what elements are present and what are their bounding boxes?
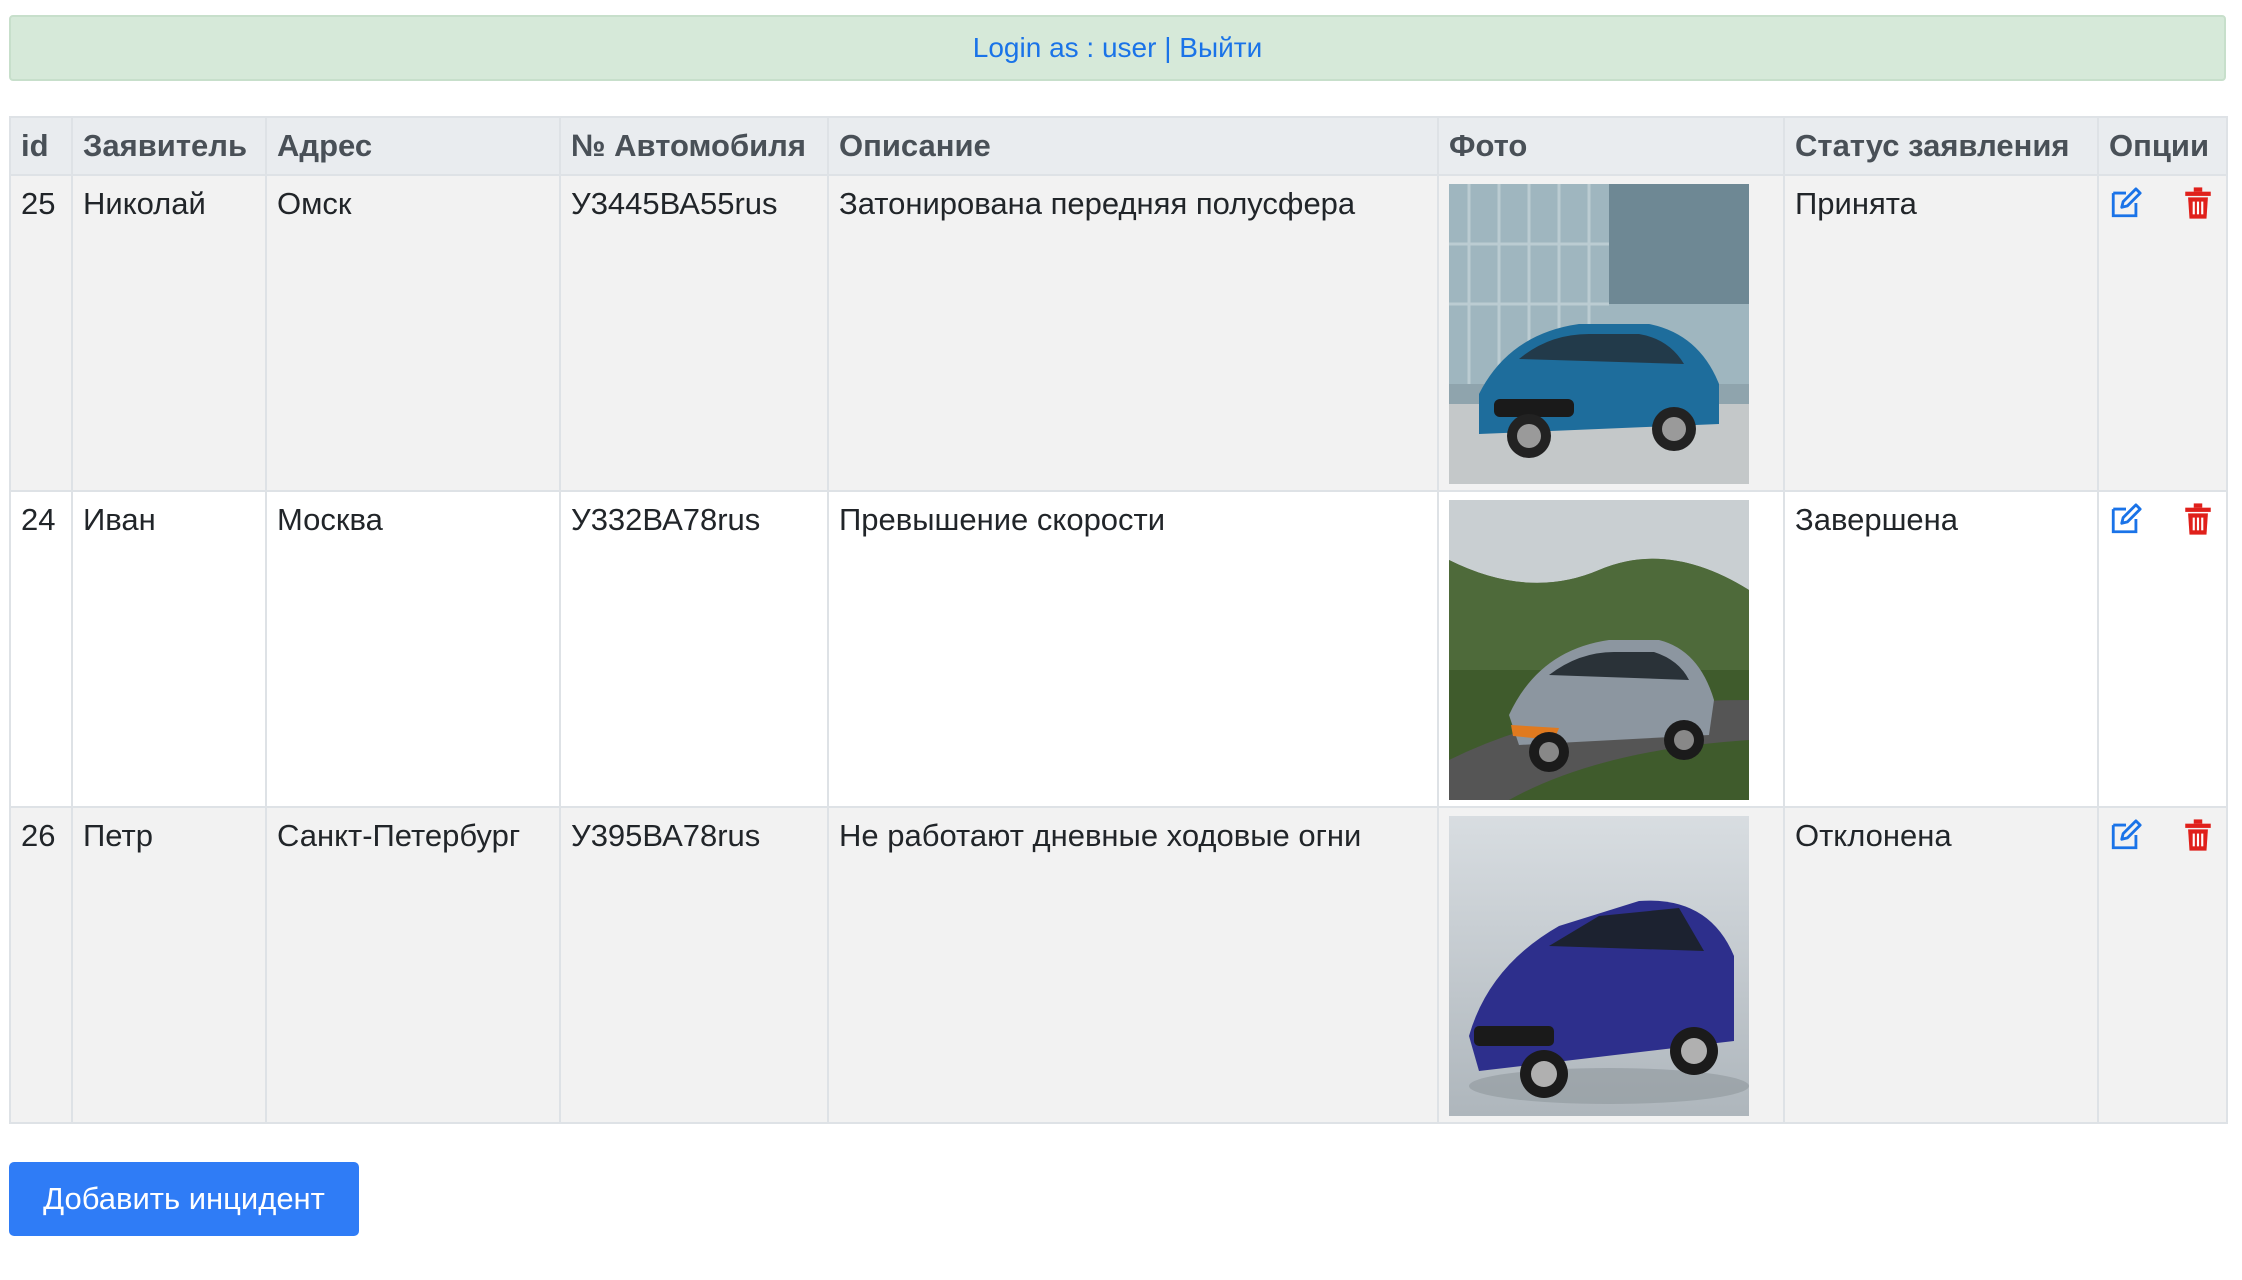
cell-address: Санкт-Петербург: [265, 806, 561, 1124]
login-alert: Login as : user | Выйти: [9, 15, 2226, 81]
table-header-row: id Заявитель Адрес № Автомобиля Описание…: [9, 116, 2228, 176]
edit-icon[interactable]: [2109, 502, 2143, 536]
car-photo-blue-crossover: [1449, 816, 1749, 1116]
cell-status: Отклонена: [1783, 806, 2099, 1124]
cell-description: Затонирована передняя полусфера: [827, 174, 1439, 492]
login-separator: |: [1156, 32, 1180, 63]
trash-icon[interactable]: [2181, 502, 2215, 536]
column-header-description: Описание: [827, 116, 1439, 176]
car-photo-blue-hatchback: [1449, 184, 1749, 484]
cell-options: [2097, 806, 2228, 1124]
cell-car-number: У332ВА78rus: [559, 490, 829, 808]
cell-photo: [1437, 490, 1785, 808]
edit-icon[interactable]: [2109, 818, 2143, 852]
trash-icon[interactable]: [2181, 186, 2215, 220]
column-header-options: Опции: [2097, 116, 2228, 176]
table-row: 25 Николай Омск У3445ВА55rus Затонирован…: [9, 174, 2228, 492]
cell-options: [2097, 490, 2228, 808]
cell-photo: [1437, 174, 1785, 492]
cell-status: Принята: [1783, 174, 2099, 492]
cell-description: Превышение скорости: [827, 490, 1439, 808]
username-link[interactable]: user: [1102, 32, 1156, 64]
incidents-table: id Заявитель Адрес № Автомобиля Описание…: [9, 116, 2228, 1124]
column-header-address: Адрес: [265, 116, 561, 176]
cell-car-number: У3445ВА55rus: [559, 174, 829, 492]
cell-id: 25: [9, 174, 73, 492]
table-row: 24 Иван Москва У332ВА78rus Превышение ск…: [9, 490, 2228, 808]
add-incident-button[interactable]: Добавить инцидент: [9, 1162, 359, 1236]
edit-icon[interactable]: [2109, 186, 2143, 220]
cell-address: Москва: [265, 490, 561, 808]
column-header-car-number: № Автомобиля: [559, 116, 829, 176]
trash-icon[interactable]: [2181, 818, 2215, 852]
column-header-photo: Фото: [1437, 116, 1785, 176]
cell-applicant: Иван: [71, 490, 267, 808]
cell-applicant: Петр: [71, 806, 267, 1124]
column-header-applicant: Заявитель: [71, 116, 267, 176]
cell-options: [2097, 174, 2228, 492]
page: Login as : user | Выйти id Заявитель Адр…: [0, 0, 2242, 1280]
cell-photo: [1437, 806, 1785, 1124]
column-header-id: id: [9, 116, 73, 176]
column-header-status: Статус заявления: [1783, 116, 2099, 176]
login-prefix: Login as :: [972, 32, 1102, 63]
table-row: 26 Петр Санкт-Петербург У395ВА78rus Не р…: [9, 806, 2228, 1124]
cell-description: Не работают дневные ходовые огни: [827, 806, 1439, 1124]
car-photo-silver-concept: [1449, 500, 1749, 800]
cell-applicant: Николай: [71, 174, 267, 492]
cell-id: 24: [9, 490, 73, 808]
cell-car-number: У395ВА78rus: [559, 806, 829, 1124]
cell-status: Завершена: [1783, 490, 2099, 808]
logout-link[interactable]: Выйти: [1179, 32, 1262, 64]
cell-address: Омск: [265, 174, 561, 492]
cell-id: 26: [9, 806, 73, 1124]
